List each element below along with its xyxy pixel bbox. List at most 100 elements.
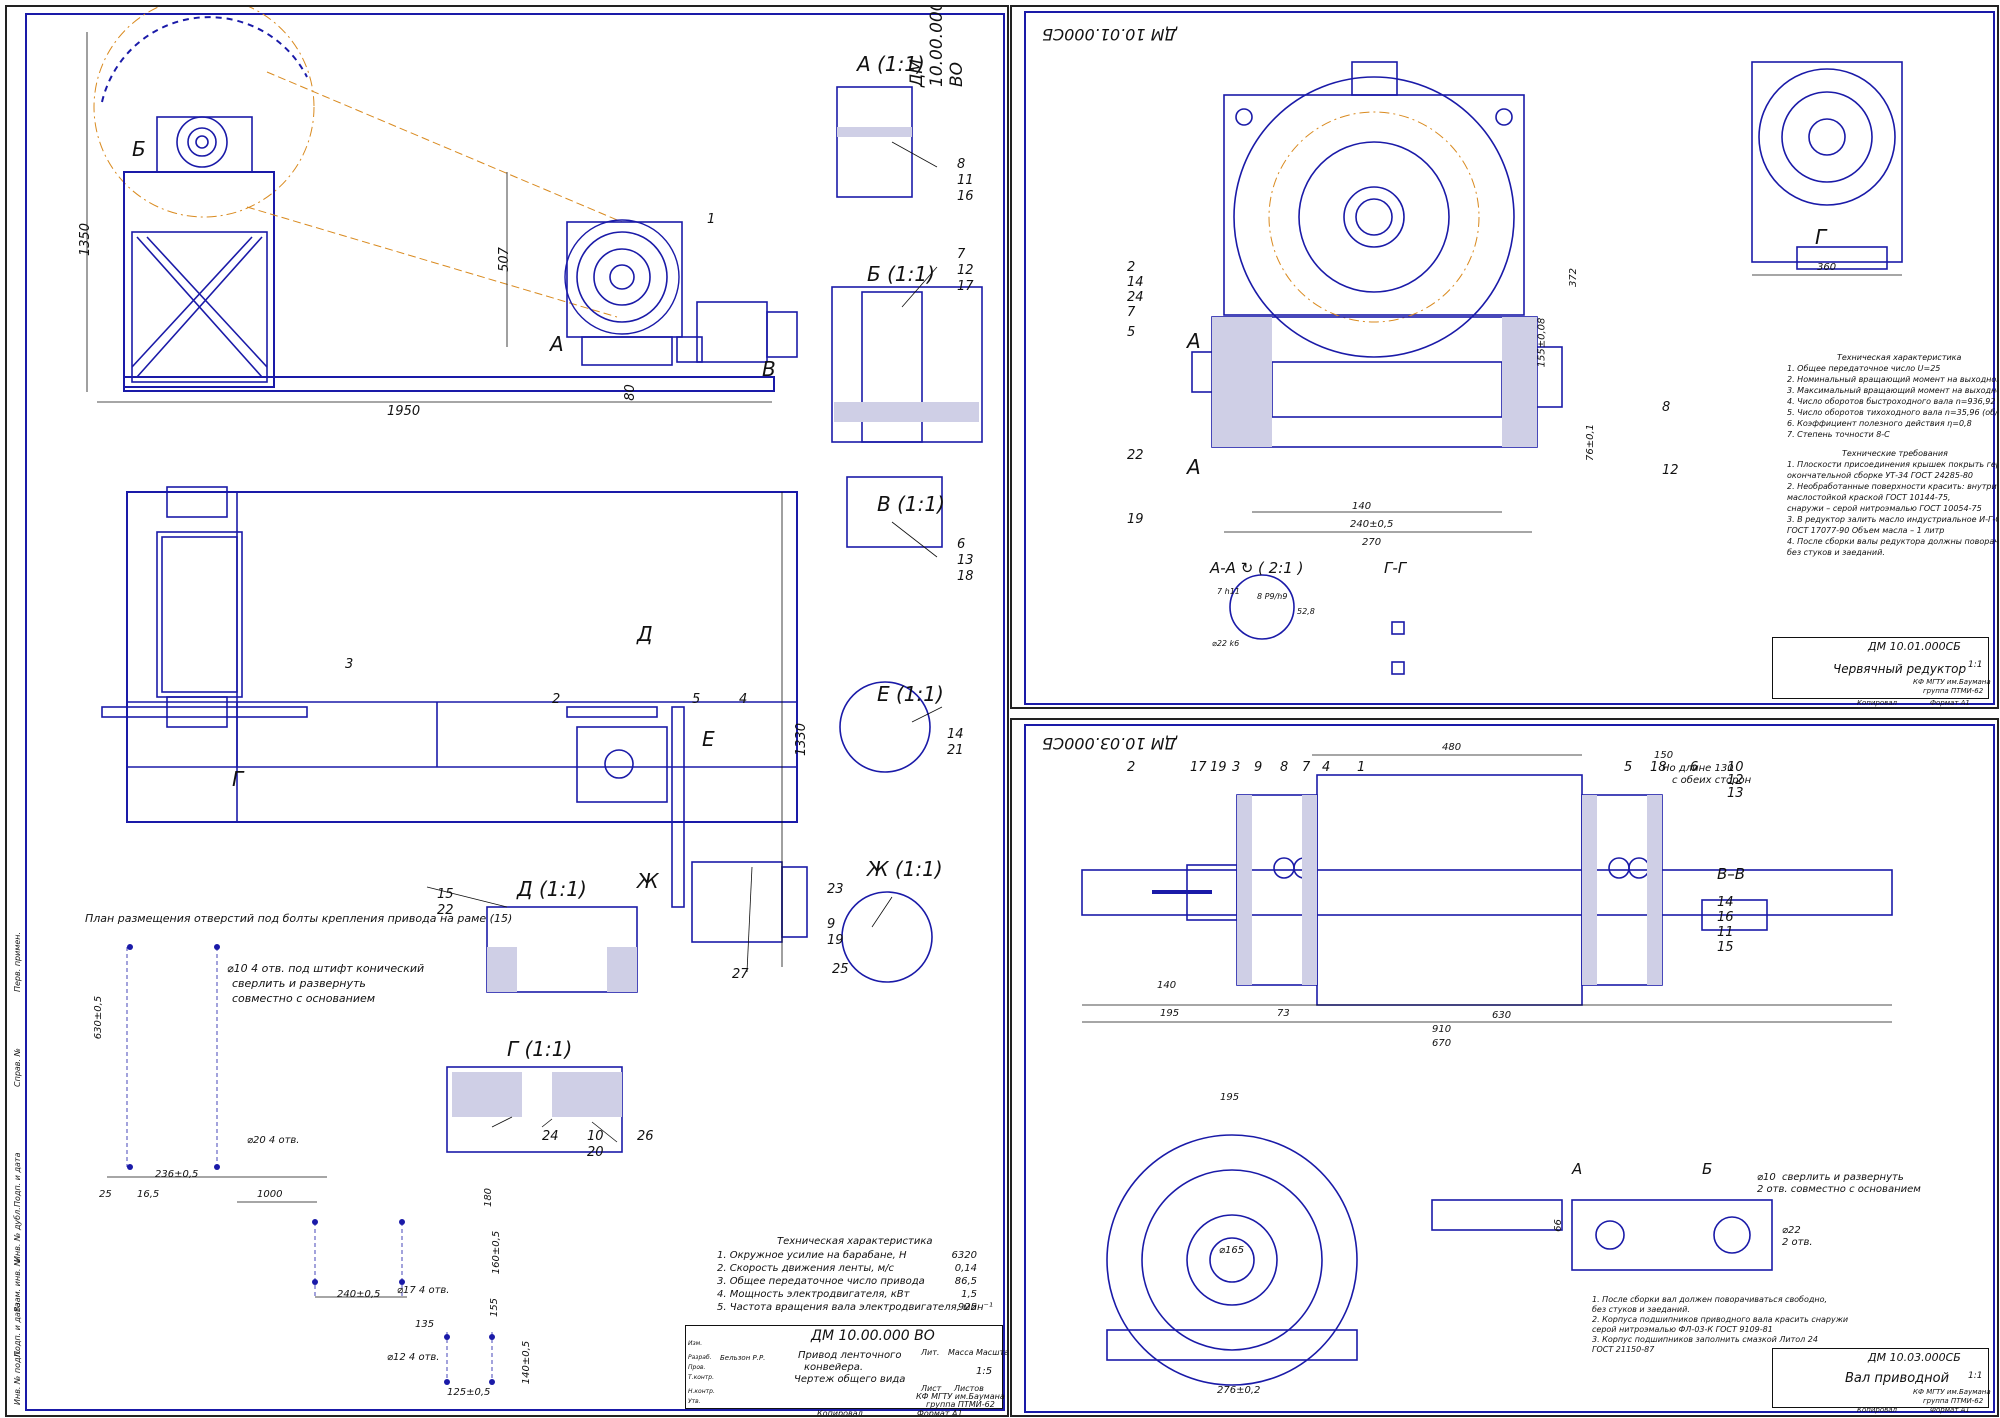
plan-dim: ⌀12 4 отв. xyxy=(387,1352,440,1363)
margin-label: Инв. № дубл. xyxy=(13,1207,22,1262)
callout: 12 xyxy=(1662,463,1679,478)
callout: 19 xyxy=(1127,512,1144,527)
letter-g: Г xyxy=(232,767,244,791)
callout: 14 xyxy=(947,727,964,742)
note-line: 1. После сборки вал должен поворачиватьс… xyxy=(1592,1295,1828,1304)
callout: 21 xyxy=(947,743,964,758)
note-150-a: Но длине 130 xyxy=(1662,763,1734,774)
callout: 2 xyxy=(1127,260,1136,275)
note-line: 2. Корпуса подшипников приводного вала к… xyxy=(1592,1315,1849,1324)
note-10b: сверлить и развернуть xyxy=(1782,1172,1904,1183)
callout: 16 xyxy=(957,189,974,204)
tech-line: 2. Номинальный вращающий момент на выход… xyxy=(1787,375,1999,384)
dim-155: 155±0,08 xyxy=(1536,317,1548,368)
req-line: 1. Плоскости присоединения крышек покрыт… xyxy=(1787,460,1997,469)
tech-line: 1. Общее передаточное число U=25 xyxy=(1787,364,1941,373)
req-line: 4. После сборки валы редуктора должны по… xyxy=(1787,537,1999,546)
reducer-tech: Техническая характеристика 1. Общее пере… xyxy=(1787,352,1999,558)
tb-row: Изм. xyxy=(688,1340,703,1347)
callout: 9 xyxy=(827,917,836,932)
dim-140: 140 xyxy=(1352,501,1372,512)
view-g-title: Г (1:1) xyxy=(507,1037,573,1061)
position-2: 2 xyxy=(552,692,561,707)
dim-630: 630 xyxy=(1492,1010,1512,1021)
aa-dim: 7 h11 xyxy=(1217,587,1240,596)
general-view-drawing xyxy=(86,7,983,1387)
tb-org-1: КФ МГТУ им.Баумана xyxy=(1913,1388,1991,1396)
dim-76: 76±0,1 xyxy=(1585,423,1597,462)
dim-240: 240±0,5 xyxy=(1350,519,1394,530)
margin-label: Подп. и дата xyxy=(13,1152,22,1208)
tech-title: Техническая характеристика xyxy=(777,1236,933,1247)
callout: 18 xyxy=(957,569,974,584)
tb-name-2: конвейера. xyxy=(804,1362,864,1373)
dim-276: 276±0,2 xyxy=(1217,1385,1261,1396)
shaft-title-block: ДМ 10.03.000СБ Вал приводной 1:1 КФ МГТУ… xyxy=(1772,1348,1991,1408)
tech-line: 7. Степень точности 8-С xyxy=(1787,430,1890,439)
dim-270: 270 xyxy=(1362,537,1382,548)
callout: 1 xyxy=(1357,760,1366,775)
tb-mass: Масса xyxy=(948,1348,974,1357)
tech-line: 4. Число оборотов быстроходного вала n=9… xyxy=(1787,397,1997,406)
format-label: Формат А1 xyxy=(1930,699,1970,707)
note-line: без стуков и заеданий. xyxy=(1592,1305,1690,1314)
plan-dim: 236±0,5 xyxy=(155,1169,199,1180)
tech-line: 3. Максимальный вращающий момент на выхо… xyxy=(1787,386,1997,395)
position-1: 1 xyxy=(707,212,716,227)
callout: 19 xyxy=(1210,760,1227,775)
note-line: серой нитроэмалью ФЛ-03-К ГОСТ 9109-81 xyxy=(1592,1325,1773,1334)
tb-scale: Масштаб xyxy=(976,1348,1009,1357)
dim-507: 507 xyxy=(496,247,512,272)
callout: 3 xyxy=(1232,760,1241,775)
note-150-b: с обеих сторон xyxy=(1672,775,1752,786)
tb-code: ДМ 10.00.000 ВО xyxy=(811,1328,935,1344)
callout: 14 xyxy=(1127,275,1144,290)
letter-a: А xyxy=(550,332,564,356)
dim-670: 670 xyxy=(1432,1038,1452,1049)
tech-line: 5. Число оборотов тихоходного вала n=35,… xyxy=(1787,408,1999,417)
tb-name: Вал приводной xyxy=(1845,1371,1950,1386)
view-a-label: А xyxy=(1572,1160,1583,1178)
callout: 7 xyxy=(1302,760,1311,775)
callout: 16 xyxy=(1717,910,1734,925)
tb-row: Пров. xyxy=(688,1364,706,1371)
note-10c: 2 отв. совместно с основанием xyxy=(1757,1184,1921,1195)
margin-label: Справ. № xyxy=(13,1048,22,1087)
sheet3-rotated-code: ДМ 10.03.000СБ xyxy=(1042,734,1177,753)
plan-dim: 1000 xyxy=(257,1189,283,1200)
tech-line: 6. Коэффициент полезного действия η=0,8 xyxy=(1787,419,1972,428)
sheet2-rotated-code: ДМ 10.01.000СБ xyxy=(1042,25,1177,44)
plan-dim: 180 xyxy=(483,1187,495,1208)
plan-dim: 135 xyxy=(415,1319,435,1330)
copied-label: Копировал xyxy=(817,1409,863,1417)
view-d-title: Д (1:1) xyxy=(517,877,587,901)
callout: 12 xyxy=(957,263,974,278)
callout: 8 xyxy=(957,157,966,172)
tb-scale: 1:1 xyxy=(1968,1371,1983,1381)
plan-note-1: ⌀10 4 отв. под штифт конический xyxy=(227,962,425,975)
callout: 5 xyxy=(1127,325,1136,340)
callout: 22 xyxy=(1127,448,1144,463)
plan-dim: 630±0,5 xyxy=(93,995,105,1040)
view-zh-title: Ж (1:1) xyxy=(867,857,943,881)
tb-code: ДМ 10.03.000СБ xyxy=(1868,1351,1961,1364)
format-label: Формат А1 xyxy=(1930,1406,1970,1414)
dim-73: 73 xyxy=(1277,1008,1290,1019)
dim-360: 360 xyxy=(1817,262,1837,273)
req-line: маслостойкой краской ГОСТ 10144-75, xyxy=(1787,493,1951,502)
tb-row: Разраб. xyxy=(688,1354,712,1361)
callout: 24 xyxy=(542,1129,559,1144)
plan-dim: ⌀20 4 отв. xyxy=(247,1135,300,1146)
callout: 11 xyxy=(957,173,974,188)
tech-title: Техническая характеристика xyxy=(1837,353,1962,362)
tb-scale-value: 1:5 xyxy=(976,1366,993,1377)
callout: 11 xyxy=(1717,925,1734,940)
req-line: без стуков и заеданий. xyxy=(1787,548,1885,557)
plan-dim: ⌀17 4 отв. xyxy=(397,1285,450,1296)
tb-name-3: Чертеж общего вида xyxy=(794,1374,906,1385)
tb-name: Червячный редуктор xyxy=(1833,662,1967,676)
dim-195: 195 xyxy=(1160,1008,1180,1019)
dim-66: 66 xyxy=(1552,1219,1564,1232)
tb-author: Бельзон Р.Р. xyxy=(720,1354,766,1362)
plan-dim: 155 xyxy=(489,1297,501,1318)
